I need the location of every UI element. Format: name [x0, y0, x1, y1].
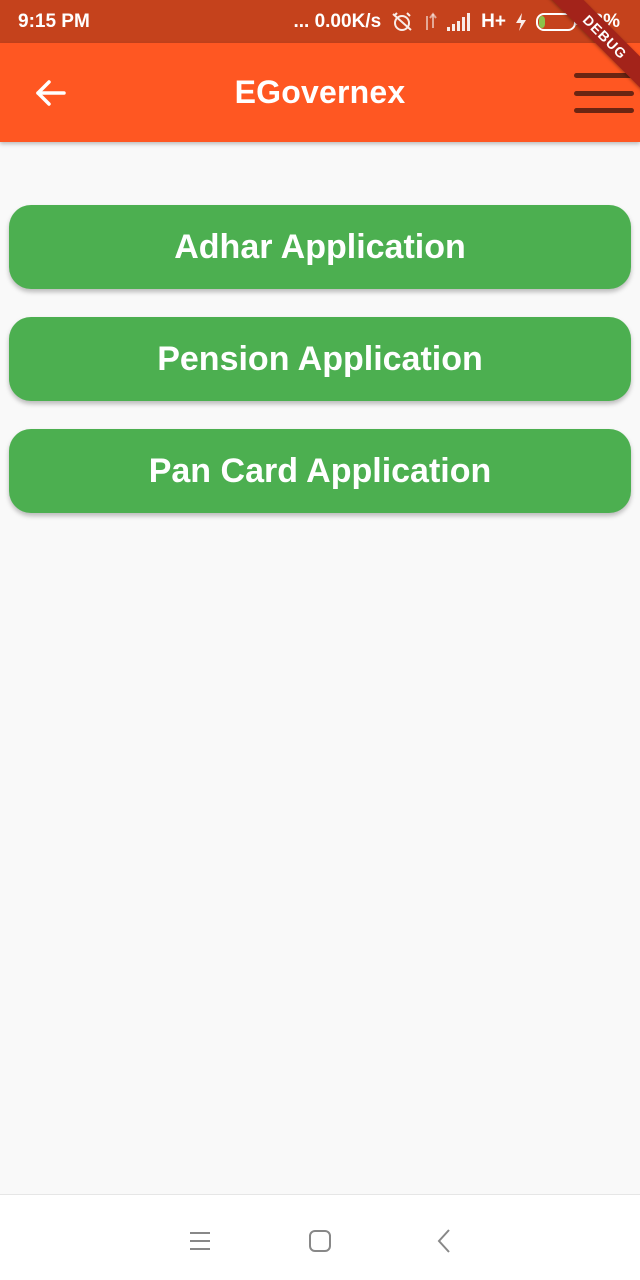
charging-icon — [515, 12, 527, 32]
recents-icon — [190, 1232, 210, 1250]
alarm-off-icon — [390, 11, 414, 32]
menu-line — [574, 73, 634, 78]
menu-line — [574, 90, 634, 96]
hamburger-menu-icon[interactable] — [574, 73, 634, 113]
arrow-left-icon — [36, 80, 66, 106]
signal-icon — [446, 12, 472, 31]
pan-card-application-button[interactable]: Pan Card Application — [9, 429, 631, 513]
home-button[interactable] — [300, 1221, 340, 1261]
status-bar: 9:15 PM ... 0.00K/s H+ — [0, 0, 640, 43]
network-speed: ... 0.00K/s — [293, 10, 382, 32]
recents-button[interactable] — [180, 1221, 220, 1261]
app-bar: EGovernex — [0, 43, 640, 142]
menu-line — [574, 108, 634, 113]
home-icon — [309, 1230, 331, 1252]
data-arrows-icon — [423, 11, 437, 32]
adhar-application-button[interactable]: Adhar Application — [9, 205, 631, 289]
status-time: 9:15 PM — [18, 10, 90, 32]
page-title: EGovernex — [234, 74, 406, 110]
back-icon — [437, 1229, 450, 1253]
screen: 9:15 PM ... 0.00K/s H+ EGovernex DEBUG A… — [0, 0, 640, 1280]
pension-application-button[interactable]: Pension Application — [9, 317, 631, 401]
system-nav-bar — [0, 1194, 640, 1280]
nav-back-button[interactable] — [424, 1221, 464, 1261]
network-type: H+ — [481, 10, 506, 32]
back-button[interactable] — [28, 71, 72, 115]
